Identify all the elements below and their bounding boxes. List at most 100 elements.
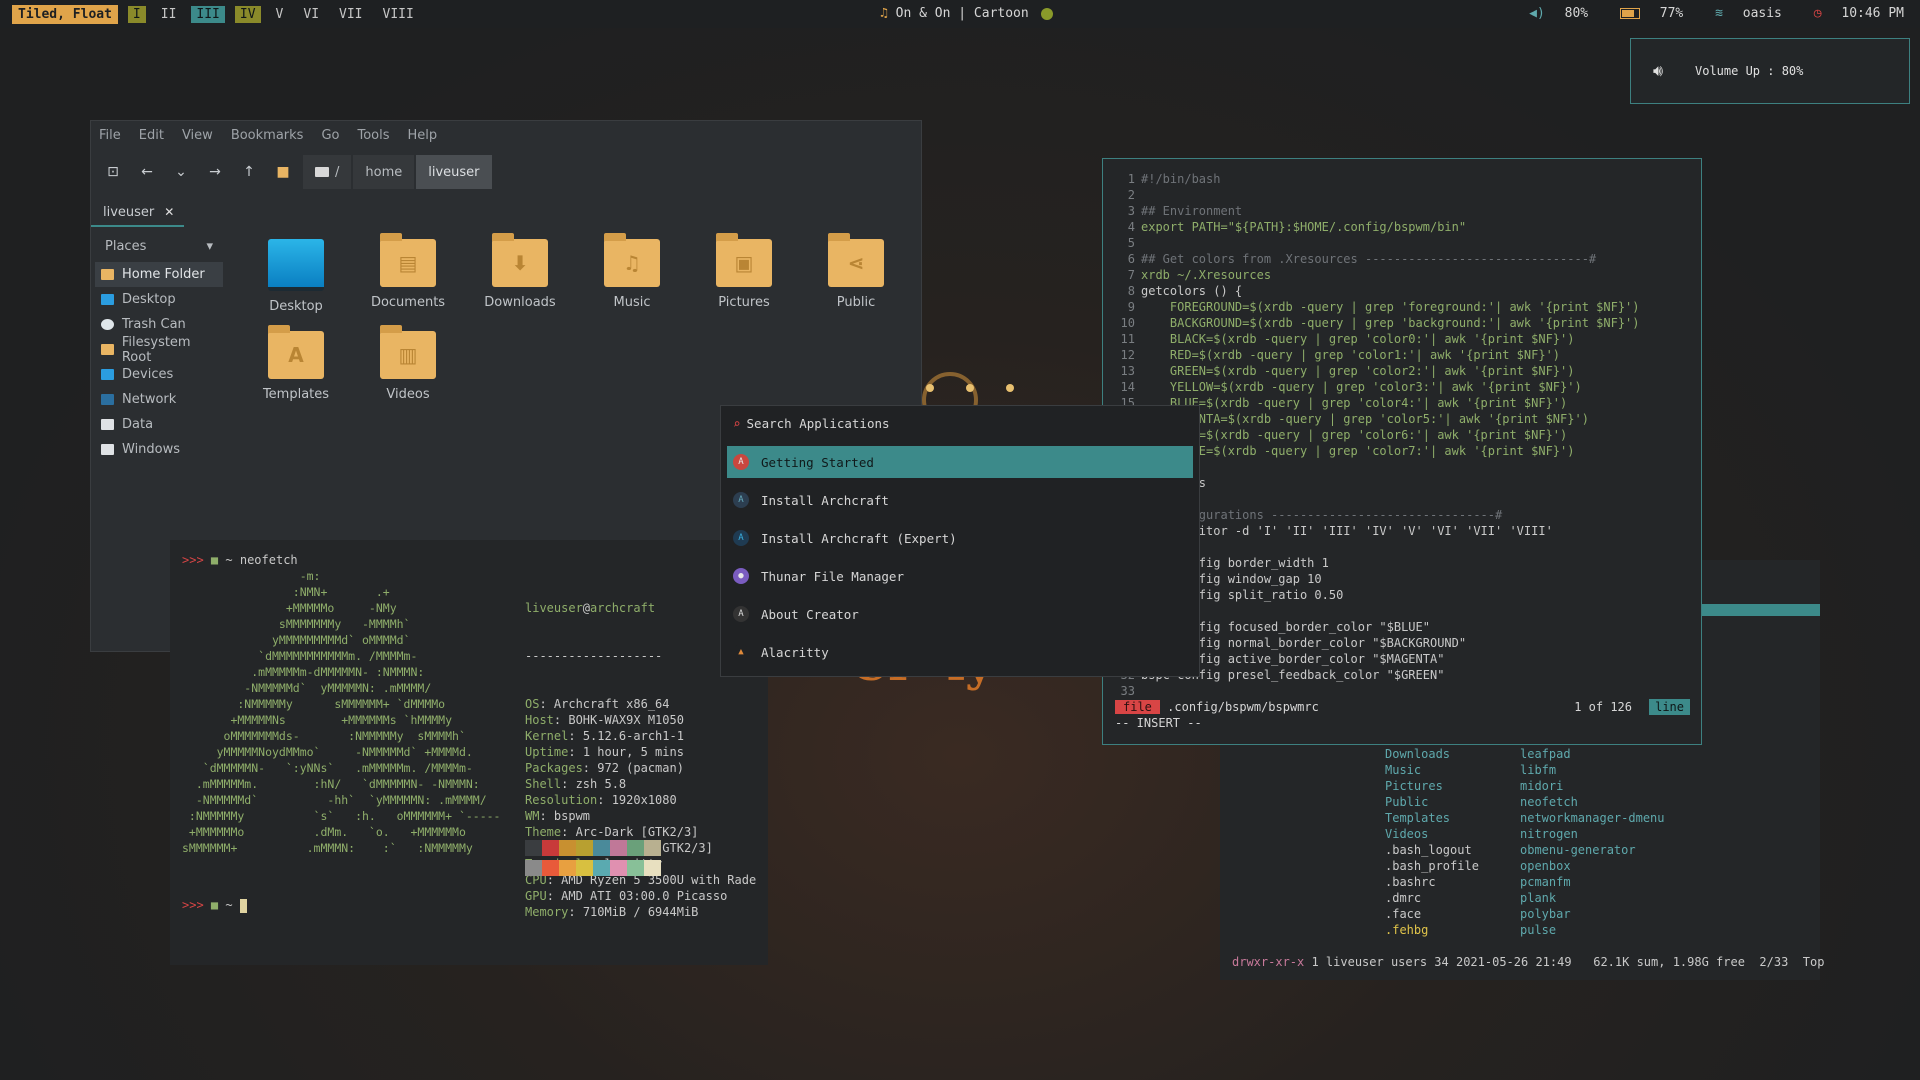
ranger-entry[interactable]: .bash_logout — [1385, 842, 1479, 858]
ranger-entry[interactable]: Public — [1385, 794, 1479, 810]
menu-file[interactable]: File — [99, 128, 121, 143]
file-item-desktop[interactable]: Desktop — [246, 239, 346, 314]
tab-liveuser[interactable]: liveuser ✕ — [91, 199, 185, 227]
file-item-videos[interactable]: ▥ Videos — [358, 325, 458, 402]
menu-bookmarks[interactable]: Bookmarks — [231, 128, 304, 143]
terminal-window[interactable]: >>> ■ ~ neofetch -m: :NMN+ .+ +MMMMMo -N… — [170, 540, 768, 965]
color-swatch — [610, 860, 627, 876]
play-icon[interactable] — [1040, 7, 1053, 20]
ranger-entry[interactable]: networkmanager-dmenu — [1520, 810, 1665, 826]
forward-arrow-icon[interactable]: → — [201, 158, 229, 186]
ranger-entry[interactable]: .bashrc — [1385, 874, 1479, 890]
info-user: liveuser — [525, 601, 583, 615]
launcher-item-thunar[interactable]: ● Thunar File Manager — [727, 560, 1193, 592]
ranger-entry[interactable]: Music — [1385, 762, 1479, 778]
ranger-entry[interactable]: Pictures — [1385, 778, 1479, 794]
menu-help[interactable]: Help — [408, 128, 438, 143]
new-window-icon[interactable]: ⊡ — [99, 158, 127, 186]
ranger-entry[interactable]: .fehbg — [1385, 922, 1479, 938]
editor-line: 13 GREEN=$(xrdb -query | grep 'color2:'|… — [1113, 363, 1640, 379]
close-tab-icon[interactable]: ✕ — [164, 205, 174, 219]
launcher-item-getting-started[interactable]: A Getting Started — [727, 446, 1193, 478]
menu-tools[interactable]: Tools — [357, 128, 389, 143]
ranger-entry[interactable]: .dmrc — [1385, 890, 1479, 906]
file-item-documents[interactable]: ▤ Documents — [358, 233, 458, 310]
launcher-search[interactable]: ⌕ Search Applications — [733, 416, 890, 431]
sidebar-item-desktop[interactable]: Desktop — [95, 287, 223, 312]
info-key: OS — [525, 697, 540, 711]
file-item-downloads[interactable]: ⬇ Downloads — [470, 233, 570, 310]
back-arrow-icon[interactable]: ← — [133, 158, 161, 186]
volume-widget[interactable]: ◀) 80% — [1517, 6, 1588, 21]
workspace-6[interactable]: VI — [298, 6, 324, 23]
history-dropdown-icon[interactable]: ⌄ — [167, 158, 195, 186]
breadcrumb-root[interactable]: / — [303, 155, 352, 189]
ranger-entry[interactable]: Downloads — [1385, 746, 1479, 762]
launcher-item-alacritty[interactable]: ▲ Alacritty — [727, 636, 1193, 668]
layout-indicator[interactable]: Tiled, Float — [12, 4, 118, 24]
ranger-entry[interactable]: plank — [1520, 890, 1665, 906]
info-row: Memory: 710MiB / 6944MiB — [525, 904, 756, 920]
ranger-entry[interactable]: midori — [1520, 778, 1665, 794]
launcher-item-install-expert[interactable]: A Install Archcraft (Expert) — [727, 522, 1193, 554]
workspace-1[interactable]: I — [127, 5, 146, 23]
places-header[interactable]: Places ▾ — [95, 231, 223, 262]
wifi-widget[interactable]: ≋ oasis — [1703, 6, 1782, 21]
workspace-3[interactable]: III — [191, 5, 225, 23]
command-text: neofetch — [239, 553, 298, 567]
ranger-entry[interactable]: obmenu-generator — [1520, 842, 1665, 858]
file-item-pictures[interactable]: ▣ Pictures — [694, 233, 794, 310]
workspace-8[interactable]: VIII — [378, 6, 419, 23]
breadcrumb-liveuser[interactable]: liveuser — [416, 155, 492, 189]
sidebar-item-filesystem[interactable]: Filesystem Root — [95, 334, 223, 365]
menu-go[interactable]: Go — [321, 128, 339, 143]
ranger-entry[interactable]: Videos — [1385, 826, 1479, 842]
ranger-entry[interactable]: Templates — [1385, 810, 1479, 826]
sidebar-item-data[interactable]: Data — [95, 412, 223, 437]
ranger-entry[interactable]: .face — [1385, 906, 1479, 922]
workspace-4[interactable]: IV — [234, 5, 261, 23]
trash-icon — [101, 319, 114, 330]
up-arrow-icon[interactable]: ↑ — [235, 158, 263, 186]
ranger-entry[interactable]: pulse — [1520, 922, 1665, 938]
editor-line: 6 ## Get colors from .Xresources --------… — [1113, 251, 1640, 267]
launcher-item-about[interactable]: A About Creator — [727, 598, 1193, 630]
sidebar-item-windows[interactable]: Windows — [95, 437, 223, 462]
music-widget[interactable]: ♫ On & On | Cartoon — [880, 6, 1053, 21]
ranger-entry[interactable]: pcmanfm — [1520, 874, 1665, 890]
network-icon — [101, 394, 114, 405]
sidebar-item-trash[interactable]: Trash Can — [95, 312, 223, 337]
workspace-2[interactable]: II — [156, 6, 182, 23]
file-item-templates[interactable]: A Templates — [246, 325, 346, 402]
ranger-entry[interactable]: leafpad — [1520, 746, 1665, 762]
ranger-entry[interactable]: polybar — [1520, 906, 1665, 922]
ranger-entry[interactable]: neofetch — [1520, 794, 1665, 810]
terminal-prompt-current[interactable]: >>> ■ ~ — [182, 897, 247, 913]
file-item-music[interactable]: ♫ Music — [582, 233, 682, 310]
editor-line: 5 — [1113, 235, 1640, 251]
menu-edit[interactable]: Edit — [139, 128, 164, 143]
sidebar-item-label: Filesystem Root — [121, 334, 191, 365]
app-launcher: ⌕ Search Applications A Getting Started AI… — [720, 405, 1200, 677]
file-item-label: Documents — [370, 295, 446, 310]
status-line-label: line — [1649, 699, 1690, 715]
ranger-entry[interactable]: nitrogen — [1520, 826, 1665, 842]
breadcrumb-home[interactable]: home — [353, 155, 415, 189]
line-text: ## Environment — [1141, 204, 1243, 218]
ranger-entry[interactable]: .bash_profile — [1385, 858, 1479, 874]
launcher-item-install[interactable]: A Install Archcraft — [727, 484, 1193, 516]
workspace-7[interactable]: VII — [334, 6, 367, 23]
file-item-public[interactable]: ⋖ Public — [806, 233, 906, 310]
battery-widget: 77% — [1608, 6, 1683, 21]
menu-view[interactable]: View — [182, 128, 213, 143]
archcraft-icon: A — [733, 454, 749, 470]
sidebar-item-devices[interactable]: Devices — [95, 362, 223, 387]
home-folder-icon[interactable]: ■ — [269, 158, 297, 186]
workspace-5[interactable]: V — [271, 6, 289, 23]
line-number: 33 — [1120, 684, 1135, 698]
prompt-dir: ~ — [225, 898, 233, 912]
sidebar-item-home[interactable]: Home Folder — [95, 262, 223, 287]
ranger-entry[interactable]: libfm — [1520, 762, 1665, 778]
ranger-entry[interactable]: openbox — [1520, 858, 1665, 874]
sidebar-item-network[interactable]: Network — [95, 387, 223, 412]
